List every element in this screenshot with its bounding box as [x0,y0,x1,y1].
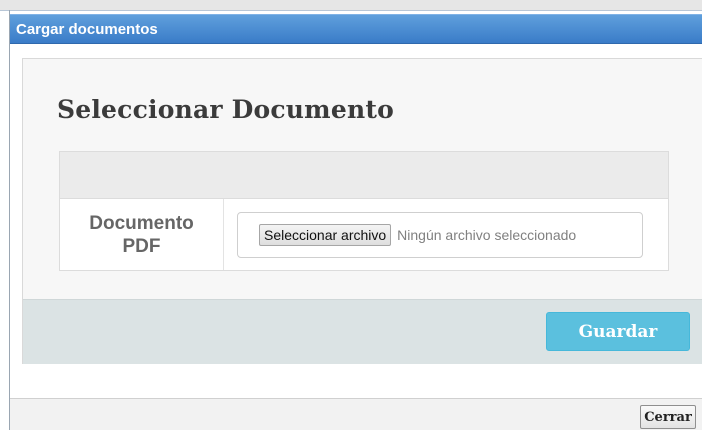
close-button[interactable]: Cerrar [640,405,696,429]
dialog-left-border [9,10,10,430]
field-label-cell: Documento PDF [60,199,224,270]
upload-card: Seleccionar Documento Documento PDF Sele… [22,58,702,364]
panel-header [60,152,668,199]
file-status-text: Ningún archivo seleccionado [397,227,577,243]
card-title: Seleccionar Documento [57,95,394,124]
select-file-button[interactable]: Seleccionar archivo [259,224,392,246]
save-button[interactable]: Guardar [546,312,690,351]
file-input[interactable]: Seleccionar archivo Ningún archivo selec… [237,212,643,258]
document-pdf-label: Documento PDF [89,212,194,257]
dialog-button-bar: Cerrar [10,398,702,430]
dialog-titlebar: Cargar documentos [10,14,702,44]
upload-panel: Documento PDF Seleccionar archivo Ningún… [59,151,669,271]
modal-dialog: Cargar documentos Seleccionar Documento … [0,0,702,430]
card-footer: Guardar [23,299,702,364]
background-strip [0,0,702,11]
